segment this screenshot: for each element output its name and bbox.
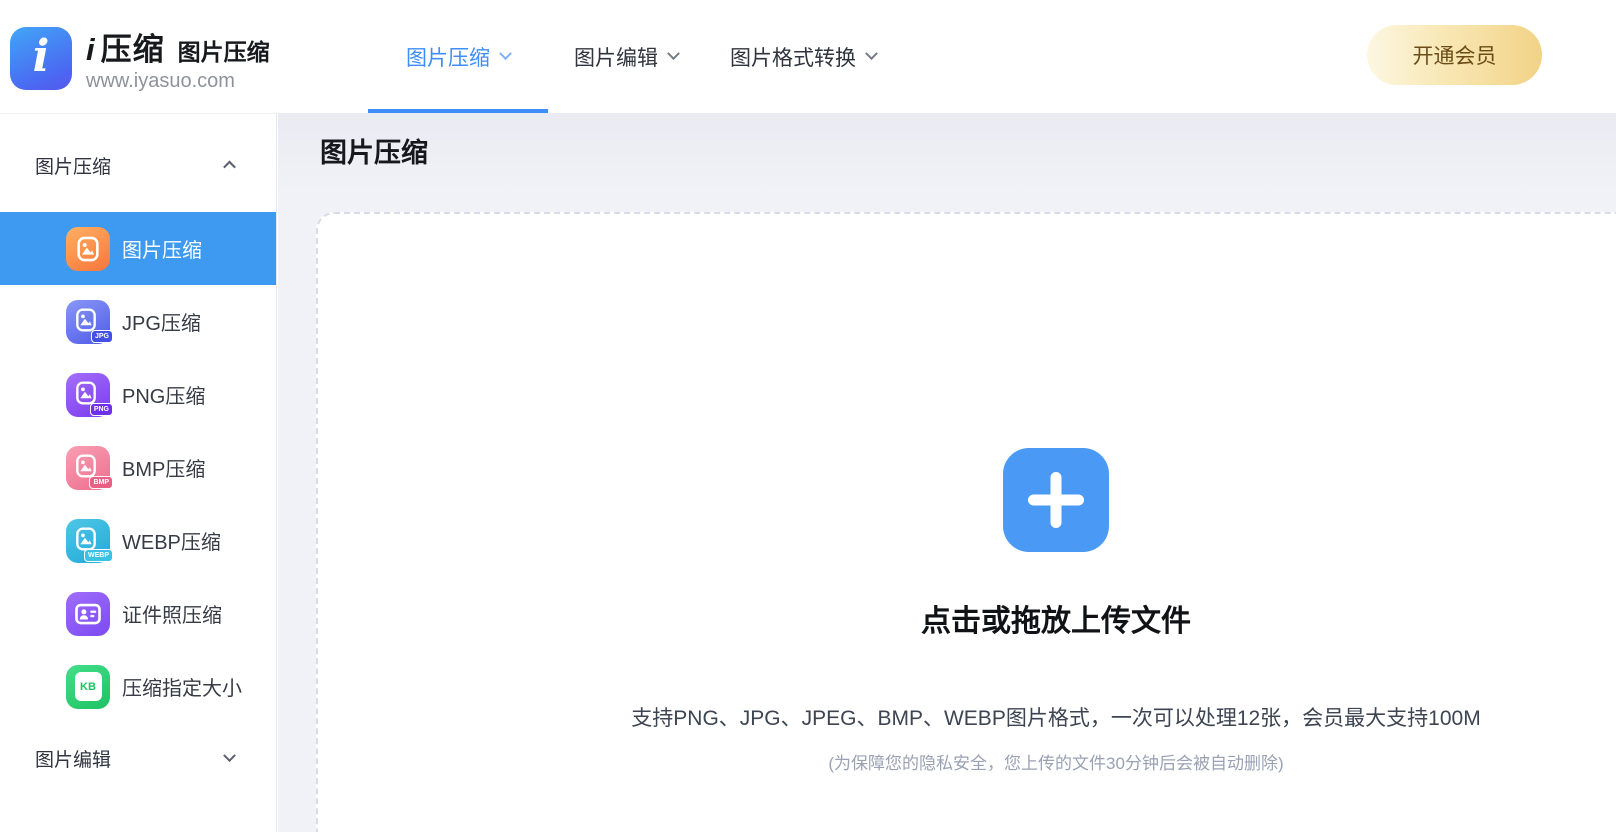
brand-subtitle: 图片压缩 (177, 39, 270, 65)
tab-label: 图片压缩 (406, 46, 490, 70)
sidebar-item-compress-to-size[interactable]: KB 压缩指定大小 (0, 650, 276, 723)
sidebar: 图片压缩 图片压缩 JPG JPG压缩 PNG PNG压缩 BMP BMP压缩 … (0, 113, 277, 832)
kb-folder-icon: KB (66, 664, 110, 709)
webp-badge: WEBP (84, 548, 113, 562)
sidebar-item-label: JPG压缩 (122, 313, 201, 335)
brand-i: i (86, 32, 95, 67)
sidebar-item-webp-compress[interactable]: WEBP WEBP压缩 (0, 504, 276, 577)
sidebar-item-label: WEBP压缩 (122, 532, 221, 554)
page-title: 图片压缩 (320, 138, 428, 168)
sidebar-item-bmp-compress[interactable]: BMP BMP压缩 (0, 431, 276, 504)
upload-dropzone[interactable]: 点击或拖放上传文件 支持PNG、JPG、JPEG、BMP、WEBP图片格式，一次… (316, 212, 1616, 832)
top-nav: 图片压缩 图片编辑 图片格式转换 (368, 0, 902, 113)
sidebar-group-image-compress[interactable]: 图片压缩 (0, 130, 276, 200)
sidebar-item-id-photo-compress[interactable]: 证件照压缩 (0, 577, 276, 650)
chevron-down-icon (499, 47, 512, 61)
main-content: 图片压缩 点击或拖放上传文件 支持PNG、JPG、JPEG、BMP、WEBP图片… (278, 113, 1616, 832)
brand-name: 压缩 (100, 32, 165, 67)
group-label: 图片编辑 (35, 749, 112, 771)
tab-format-convert[interactable]: 图片格式转换 (704, 0, 902, 113)
bmp-compress-icon: BMP (66, 445, 113, 490)
tab-image-compress[interactable]: 图片压缩 (368, 0, 548, 113)
tab-label: 图片编辑 (574, 46, 658, 70)
logo-text: i 压缩 图片压缩 www.iyasuo.com (86, 24, 270, 93)
sidebar-item-label: PNG压缩 (122, 386, 206, 408)
top-header: i i 压缩 图片压缩 www.iyasuo.com 图片压缩 图片编辑 图片格… (0, 0, 1616, 113)
site-logo[interactable]: i i 压缩 图片压缩 www.iyasuo.com (10, 24, 270, 93)
sidebar-item-label: 图片压缩 (122, 240, 202, 262)
upload-heading: 点击或拖放上传文件 (921, 605, 1191, 638)
sidebar-group-image-edit[interactable]: 图片编辑 (0, 723, 276, 793)
chevron-down-icon (667, 47, 680, 61)
sidebar-item-jpg-compress[interactable]: JPG JPG压缩 (0, 285, 276, 358)
chevron-up-icon (223, 160, 236, 173)
sidebar-item-png-compress[interactable]: PNG PNG压缩 (0, 358, 276, 431)
open-membership-button[interactable]: 开通会员 (1367, 25, 1542, 85)
group-label: 图片压缩 (35, 156, 112, 178)
upload-privacy-text: (为保障您的隐私安全，您上传的文件30分钟后会被自动删除) (828, 754, 1284, 773)
jpg-compress-icon: JPG (66, 299, 113, 344)
sidebar-list: 图片压缩 JPG JPG压缩 PNG PNG压缩 BMP BMP压缩 WEBP … (0, 212, 276, 723)
sidebar-item-label: BMP压缩 (122, 459, 206, 481)
chevron-down-icon (865, 47, 878, 61)
png-badge: PNG (89, 402, 113, 416)
tab-image-edit[interactable]: 图片编辑 (548, 0, 704, 113)
id-card-icon (66, 591, 110, 636)
sidebar-item-label: 压缩指定大小 (122, 678, 242, 700)
jpg-badge: JPG (90, 329, 113, 343)
kb-badge: KB (80, 680, 96, 693)
add-files-plus-button[interactable] (1003, 448, 1109, 552)
bmp-badge: BMP (89, 475, 113, 489)
upload-support-text: 支持PNG、JPG、JPEG、BMP、WEBP图片格式，一次可以处理12张，会员… (631, 707, 1481, 730)
brand-url: www.iyasuo.com (86, 70, 235, 92)
sidebar-item-image-compress[interactable]: 图片压缩 (0, 212, 276, 285)
webp-compress-icon: WEBP (66, 518, 113, 563)
sidebar-item-label: 证件照压缩 (122, 605, 222, 627)
png-compress-icon: PNG (66, 372, 113, 417)
tab-label: 图片格式转换 (730, 46, 856, 70)
chevron-down-icon (223, 748, 236, 762)
logo-i-icon: i (10, 27, 72, 90)
image-compress-icon (66, 226, 110, 271)
